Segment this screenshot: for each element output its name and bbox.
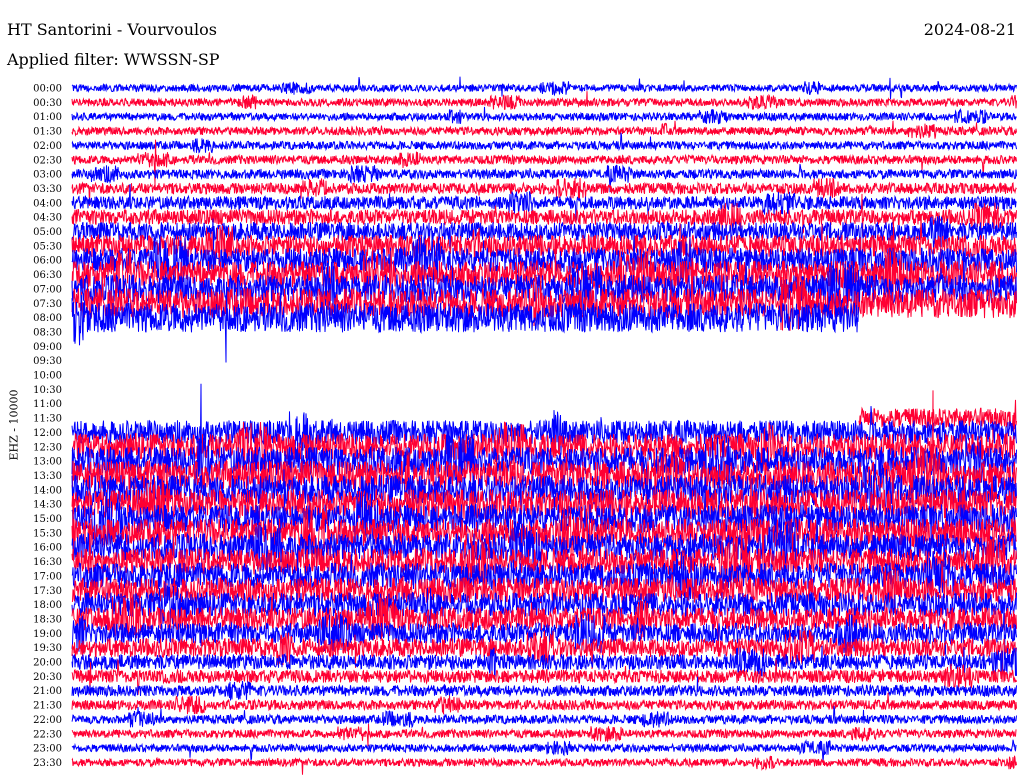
time-tick-label: 05:00 <box>33 227 62 238</box>
trace-row-0030 <box>71 91 1017 111</box>
time-tick-label: 13:00 <box>33 457 62 468</box>
trace-row-0000 <box>71 76 1017 100</box>
seismogram-plot: 00:00 00:30 01:00 01:30 02:00 02:30 03:00 03:30… <box>33 76 1017 775</box>
time-tick-label: 03:00 <box>33 170 62 181</box>
helicorder-view: HT Santorini - Vourvoulos Applied filter… <box>0 0 1024 780</box>
time-tick-label: 20:30 <box>33 672 62 683</box>
time-tick-label: 10:00 <box>33 371 62 382</box>
time-axis: 00:00 00:30 01:00 01:30 02:00 02:30 03:00 03:30… <box>33 84 62 769</box>
time-tick-label: 04:30 <box>33 213 62 224</box>
time-tick-label: 12:00 <box>33 428 62 439</box>
time-tick-label: 23:30 <box>33 758 62 769</box>
trace-row-0100 <box>71 106 1017 125</box>
time-tick-label: 14:30 <box>33 500 62 511</box>
time-tick-label: 00:00 <box>33 84 62 95</box>
time-tick-label: 14:00 <box>33 485 62 496</box>
time-tick-label: 07:00 <box>33 284 62 295</box>
time-tick-label: 19:00 <box>33 629 62 640</box>
trace-row-2300 <box>71 739 1017 764</box>
time-tick-label: 16:00 <box>33 543 62 554</box>
trace-row-2230 <box>71 723 1017 747</box>
time-tick-label: 02:00 <box>33 141 62 152</box>
time-tick-label: 02:30 <box>33 155 62 166</box>
time-tick-label: 11:00 <box>33 399 62 410</box>
time-tick-label: 09:00 <box>33 342 62 353</box>
time-tick-label: 18:00 <box>33 600 62 611</box>
time-tick-label: 09:30 <box>33 356 62 367</box>
time-tick-label: 11:30 <box>33 414 62 425</box>
time-tick-label: 08:30 <box>33 327 62 338</box>
time-tick-label: 07:30 <box>33 299 62 310</box>
time-tick-label: 15:00 <box>33 514 62 525</box>
time-tick-label: 17:30 <box>33 586 62 597</box>
time-tick-label: 12:30 <box>33 442 62 453</box>
time-tick-label: 01:30 <box>33 127 62 138</box>
time-tick-label: 19:30 <box>33 643 62 654</box>
time-tick-label: 21:00 <box>33 686 62 697</box>
time-tick-label: 01:00 <box>33 112 62 123</box>
time-tick-label: 10:30 <box>33 385 62 396</box>
time-tick-label: 22:30 <box>33 729 62 740</box>
time-tick-label: 16:30 <box>33 557 62 568</box>
time-tick-label: 03:30 <box>33 184 62 195</box>
time-tick-label: 21:30 <box>33 701 62 712</box>
trace-layer <box>71 76 1017 775</box>
time-tick-label: 04:00 <box>33 198 62 209</box>
time-tick-label: 18:30 <box>33 614 62 625</box>
trace-row-0200 <box>71 132 1017 154</box>
time-tick-label: 23:00 <box>33 744 62 755</box>
time-tick-label: 15:30 <box>33 528 62 539</box>
time-tick-label: 17:00 <box>33 571 62 582</box>
time-tick-label: 22:00 <box>33 715 62 726</box>
time-tick-label: 08:00 <box>33 313 62 324</box>
time-tick-label: 00:30 <box>33 98 62 109</box>
time-tick-label: 06:00 <box>33 256 62 267</box>
time-tick-label: 20:00 <box>33 658 62 669</box>
time-tick-label: 05:30 <box>33 241 62 252</box>
trace-row-0130 <box>71 120 1017 139</box>
time-tick-label: 06:30 <box>33 270 62 281</box>
trace-row-2330 <box>71 755 1017 775</box>
time-tick-label: 13:30 <box>33 471 62 482</box>
